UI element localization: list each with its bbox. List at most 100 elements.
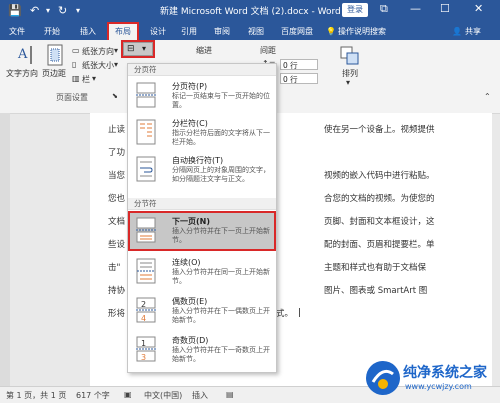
document-line: 页脚、封面和文本框设计，这 [324, 217, 435, 227]
menu-item-even-page[interactable]: 2 4 偶数页(E) 插入分节符并在下一偶数页上开始新节。 [130, 293, 274, 329]
document-line: 您也 [108, 194, 126, 204]
tab-design[interactable]: 设计 [150, 24, 166, 40]
lightbulb-icon: 💡 [326, 27, 336, 36]
text-cursor: | [298, 308, 301, 318]
document-line: 合您的文档的视频。为使您的 [324, 194, 435, 204]
menu-item-continuous[interactable]: 连续(O) 插入分节符并在同一页上开始新节。 [130, 254, 274, 290]
columns-button[interactable]: 栏 [82, 74, 90, 85]
even-page-icon: 2 4 [136, 297, 156, 323]
svg-text:1: 1 [141, 339, 146, 348]
orientation-icon: ▭ [72, 46, 80, 55]
orientation-button[interactable]: 纸张方向 [82, 46, 114, 57]
menu-item-description: 插入分节符并在同一页上开始新节。 [172, 268, 270, 285]
menu-item-title: 奇数页(D) [172, 336, 209, 345]
svg-text:4: 4 [141, 314, 146, 323]
share-icon[interactable]: 👤 [452, 24, 462, 40]
ribbon-tabs: 文件 开始 插入 布局 设计 引用 审阅 视图 百度网盘 💡 操作说明搜索 👤 … [0, 22, 500, 42]
breaks-icon: ⊟ [127, 44, 135, 54]
document-line: 形将 [108, 309, 126, 319]
menu-item-title: 分栏符(C) [172, 119, 208, 128]
menu-item-odd-page[interactable]: 1 3 奇数页(D) 插入分节符并在下一奇数页上开始新节。 [130, 332, 274, 368]
proofing-icon[interactable]: ▣ [124, 390, 132, 399]
tab-references[interactable]: 引用 [181, 24, 197, 40]
chevron-down-icon: ▾ [142, 44, 147, 53]
column-break-icon [136, 119, 156, 145]
document-line: 配的封面、页眉和提要栏。单 [324, 240, 435, 250]
text-direction-icon[interactable]: A [16, 44, 34, 66]
spacing-before-field[interactable]: 0 行 [280, 59, 318, 70]
minimize-icon[interactable]: — [410, 2, 421, 15]
undo-icon[interactable]: ↶ [30, 3, 39, 19]
watermark-logo: 纯净系统之家 www.ycwjzy.com [365, 358, 500, 400]
macro-recording-icon[interactable]: ▤ [226, 390, 234, 399]
tab-review[interactable]: 审阅 [214, 24, 230, 40]
customize-toolbar-icon[interactable]: ▾ [76, 3, 80, 19]
input-mode-status[interactable]: 插入 [192, 390, 208, 401]
menu-item-title: 连续(O) [172, 258, 201, 267]
tab-insert[interactable]: 插入 [80, 24, 96, 40]
tab-home[interactable]: 开始 [44, 24, 60, 40]
svg-text:2: 2 [141, 300, 146, 309]
margins-button[interactable]: 页边距 [42, 68, 66, 79]
dialog-launcher-icon[interactable]: ⬊ [112, 92, 118, 100]
tab-baidu-netdisk[interactable]: 百度网盘 [281, 24, 313, 40]
margins-icon[interactable] [46, 44, 64, 66]
menu-item-description: 分隔网页上的对象周围的文字，如分隔题注文字与正文。 [172, 166, 270, 183]
chevron-down-icon[interactable]: ▾ [114, 46, 118, 55]
close-icon[interactable]: ✕ [474, 2, 483, 15]
breaks-menu: 分页符 分页符(P) 标记一页结束与下一页开始的位置。 分栏符(C) 指示分栏符… [127, 63, 277, 373]
window-title: 新建 Microsoft Word 文档 (2).docx - Word [160, 7, 341, 17]
tab-view[interactable]: 视图 [248, 24, 264, 40]
chevron-down-icon[interactable]: ▾ [346, 78, 350, 87]
size-icon: ▯ [72, 60, 77, 69]
login-button[interactable]: 登录 [342, 3, 368, 17]
page-break-icon [136, 82, 156, 108]
document-line: 击" [108, 263, 121, 273]
undo-dropdown-icon[interactable]: ▾ [46, 3, 50, 19]
menu-item-page-break[interactable]: 分页符(P) 标记一页结束与下一页开始的位置。 [130, 78, 274, 114]
spacing-label: 间距 [260, 46, 276, 55]
document-line: 主题和样式也有助于文档保 [324, 263, 427, 273]
svg-text:A: A [17, 47, 28, 62]
menu-item-text-wrapping[interactable]: 自动换行符(T) 分隔网页上的对象周围的文字，如分隔题注文字与正文。 [130, 152, 274, 188]
menu-item-next-page[interactable]: 下一页(N) 插入分节符并在下一页上开始新节。 [128, 211, 276, 251]
page-count[interactable]: 第 1 页，共 1 页 [6, 390, 66, 401]
menu-item-column-break[interactable]: 分栏符(C) 指示分栏符后面的文字将从下一栏开始。 [130, 115, 274, 151]
menu-item-title: 偶数页(E) [172, 297, 208, 306]
document-line: 当您 [108, 171, 126, 181]
tab-file[interactable]: 文件 [9, 24, 25, 40]
document-line: 持协 [108, 286, 126, 296]
watermark-emblem-icon [366, 361, 400, 395]
redo-icon[interactable]: ↻ [58, 3, 67, 19]
menu-item-description: 标记一页结束与下一页开始的位置。 [172, 92, 270, 109]
tell-me-search[interactable]: 操作说明搜索 [338, 24, 386, 40]
size-button[interactable]: 纸张大小 [82, 60, 114, 71]
title-bar: 💾 ↶ ▾ ↻ ▾ 新建 Microsoft Word 文档 (2).docx … [0, 0, 500, 22]
language-status[interactable]: 中文(中国) [144, 390, 182, 401]
document-line: 使在另一个设备上。视频提供 [324, 125, 435, 135]
menu-item-description: 插入分节符并在下一奇数页上开始新节。 [172, 346, 270, 363]
watermark-url: www.ycwjzy.com [405, 382, 472, 391]
vertical-ruler [0, 113, 10, 386]
menu-item-title: 自动换行符(T) [172, 156, 224, 165]
chevron-down-icon[interactable]: ▾ [92, 74, 96, 83]
breaks-button[interactable]: ⊟ ▾ [121, 40, 155, 58]
collapse-ribbon-icon[interactable]: ⌃ [484, 92, 491, 101]
page-breaks-header: 分页符 [128, 64, 276, 76]
save-icon[interactable]: 💾 [8, 3, 22, 19]
menu-item-description: 指示分栏符后面的文字将从下一栏开始。 [172, 129, 270, 146]
maximize-icon[interactable]: ☐ [440, 2, 450, 15]
share-button[interactable]: 共享 [465, 24, 481, 40]
ribbon-display-options-icon[interactable]: ⧉ [380, 2, 388, 16]
next-page-icon [136, 217, 156, 243]
tab-layout[interactable]: 布局 [107, 22, 139, 42]
document-line: 视频的嵌入代码中进行粘贴。 [324, 171, 435, 181]
chevron-down-icon[interactable]: ▾ [114, 60, 118, 69]
odd-page-icon: 1 3 [136, 336, 156, 362]
text-direction-button[interactable]: 文字方向 [6, 68, 38, 79]
menu-item-title: 分页符(P) [172, 82, 208, 91]
document-line: 了功 [108, 148, 126, 158]
arrange-icon[interactable] [340, 46, 360, 66]
spacing-after-field[interactable]: 0 行 [280, 73, 318, 84]
word-count[interactable]: 617 个字 [76, 390, 110, 401]
